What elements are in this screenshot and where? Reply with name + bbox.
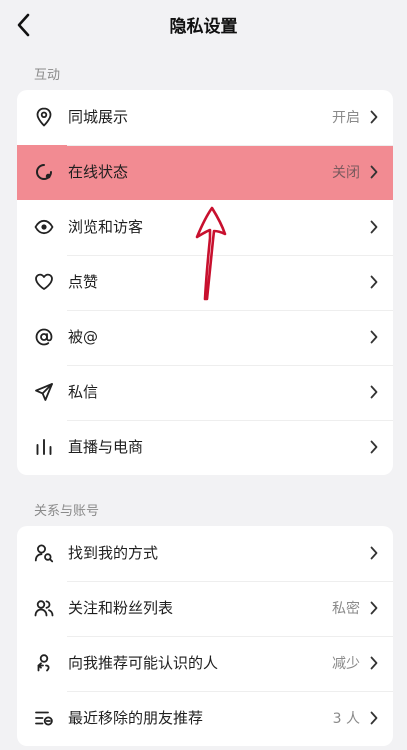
setting-value: 减少 [332,656,360,672]
setting-value: 私密 [332,601,360,617]
setting-row-mentions[interactable]: 被@ [17,310,393,365]
setting-label: 找到我的方式 [68,544,159,562]
chevron-right-icon [370,165,378,179]
chevron-right-icon [370,656,378,670]
setting-label: 关注和粉丝列表 [68,599,174,617]
top-bar: 隐私设置 [0,0,407,50]
location-pin-icon [36,107,52,127]
bar-chart-icon [36,439,52,455]
user-recommend-icon [37,654,50,672]
chevron-right-icon [370,546,378,560]
setting-label: 直播与电商 [68,438,144,456]
relations-settings-card: 找到我的方式 关注和粉丝列表 私密 向我推荐可能认识的人 减少 最近移除的朋友推… [17,526,393,746]
chevron-right-icon [370,440,378,454]
setting-row-views-visitors[interactable]: 浏览和访客 [17,200,393,255]
setting-label: 同城展示 [68,108,129,126]
setting-row-recommend-people[interactable]: 向我推荐可能认识的人 减少 [17,636,393,691]
user-search-icon [34,544,54,563]
page-title: 隐私设置 [169,17,238,37]
setting-value: 关闭 [332,165,360,181]
setting-value: 3 人 [332,711,360,727]
chevron-right-icon [370,110,378,124]
setting-row-live-ecommerce[interactable]: 直播与电商 [17,420,393,475]
section-label-relations-account: 关系与账号 [34,504,100,519]
chevron-right-icon [370,601,378,615]
chevron-right-icon [370,220,378,234]
setting-row-nearby-display[interactable]: 同城展示 开启 [17,90,393,145]
setting-row-recently-removed[interactable]: 最近移除的朋友推荐 3 人 [17,691,393,746]
list-removed-icon [35,711,53,726]
setting-label: 最近移除的朋友推荐 [68,709,204,727]
setting-label: 在线状态 [68,163,129,181]
online-status-icon [36,164,52,180]
setting-label: 被@ [68,328,99,346]
section-label-interaction: 互动 [34,68,61,83]
setting-value: 开启 [332,110,360,126]
setting-row-find-me[interactable]: 找到我的方式 [17,526,393,581]
setting-label: 向我推荐可能认识的人 [68,654,219,672]
users-icon [34,600,54,617]
setting-label: 点赞 [68,273,99,291]
setting-row-follow-fans-list[interactable]: 关注和粉丝列表 私密 [17,581,393,636]
chevron-right-icon [370,275,378,289]
setting-label: 浏览和访客 [68,218,144,236]
chevron-right-icon [370,711,378,725]
at-icon [35,328,53,346]
paper-plane-icon [35,383,53,401]
setting-label: 私信 [68,383,99,401]
setting-row-online-status[interactable]: 在线状态 关闭 [17,145,393,200]
chevron-right-icon [370,330,378,344]
eye-icon [34,219,54,235]
setting-row-likes[interactable]: 点赞 [17,255,393,310]
setting-row-messages[interactable]: 私信 [17,365,393,420]
heart-icon [35,273,53,290]
interaction-settings-card: 同城展示 开启 在线状态 关闭 浏览和访客 点赞 被@ 私信 直播与电商 [17,90,393,475]
chevron-right-icon [370,385,378,399]
